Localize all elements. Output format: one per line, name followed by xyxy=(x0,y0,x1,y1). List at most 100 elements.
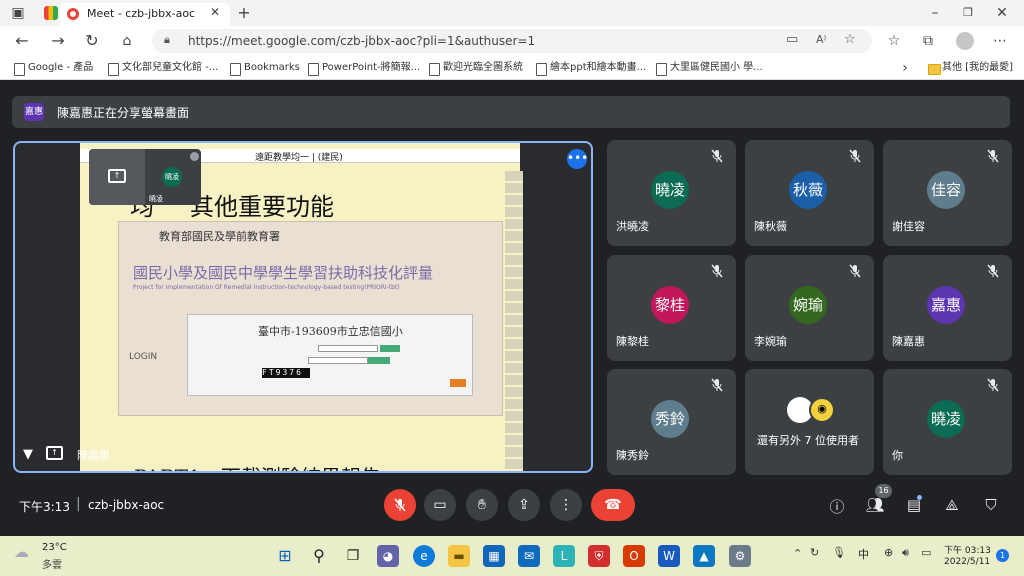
sync-icon[interactable]: ↻ xyxy=(810,546,819,559)
tile-more-options-icon[interactable]: ••• xyxy=(567,149,588,169)
security-app-icon[interactable]: ⛨ xyxy=(588,545,610,567)
hand-icon: ✋︎ xyxy=(478,497,486,513)
present-button[interactable]: ⇪ xyxy=(508,489,540,521)
weather-desc: 多雲 xyxy=(42,560,62,571)
ime-indicator[interactable]: 中 xyxy=(858,546,869,562)
start-icon[interactable]: ⊞ xyxy=(274,545,296,567)
home-icon[interactable]: ⌂ xyxy=(117,31,137,51)
bookmark-item[interactable]: PowerPoint-將簡報... xyxy=(308,59,420,77)
taskbar-clock-time[interactable]: 下午 03:13 xyxy=(944,543,991,556)
close-window-icon[interactable]: ✕ xyxy=(992,3,1012,23)
present-screen-icon: ⇪ xyxy=(518,497,530,513)
participant-name: 洪曉凌 xyxy=(616,220,649,233)
store-icon[interactable]: ▦ xyxy=(483,545,505,567)
edge-icon[interactable]: e xyxy=(413,545,435,567)
participant-avatar: 婉瑜 xyxy=(789,286,827,324)
new-tab-icon[interactable]: + xyxy=(234,3,254,23)
back-icon[interactable]: ← xyxy=(12,31,32,51)
weather-temp[interactable]: 23°C xyxy=(42,542,67,553)
forward-icon[interactable]: → xyxy=(48,31,68,51)
bookmarks-bar: Google - 產品 文化部兒童文化館 -... Bookmarks Powe… xyxy=(0,56,1024,80)
close-tab-icon[interactable]: ✕ xyxy=(210,5,220,19)
bookmark-item[interactable]: 繪本ppt和繪本動畫... xyxy=(536,59,646,77)
bookmark-item[interactable]: Google - 產品 xyxy=(14,59,93,77)
chevron-right-icon[interactable]: › xyxy=(897,58,913,78)
leave-call-button[interactable]: ☎ xyxy=(591,489,635,521)
participant-tile[interactable]: 秋薇 陳秋薇 xyxy=(745,140,874,246)
search-icon[interactable]: ⚲ xyxy=(308,545,330,567)
participant-avatar: 佳容 xyxy=(927,171,965,209)
participant-tile[interactable]: 婉瑜 李婉瑜 xyxy=(745,255,874,361)
mic-off-icon xyxy=(711,378,723,392)
maximize-icon[interactable]: ❐ xyxy=(958,3,978,23)
office-icon[interactable]: O xyxy=(623,545,645,567)
browser-tab-active[interactable]: Meet - czb-jbbx-aoc ✕ xyxy=(60,3,230,26)
bookmark-item[interactable]: 歡迎光臨全圖系統 xyxy=(429,59,523,77)
participant-tile[interactable]: 黎桂 陳黎桂 xyxy=(607,255,736,361)
raise-hand-button[interactable]: ✋︎ xyxy=(466,489,498,521)
mic-off-icon xyxy=(711,264,723,278)
meet-favicon-inactive[interactable] xyxy=(44,6,58,20)
host-controls-icon[interactable]: ⛉ xyxy=(981,496,1001,514)
tab-actions-icon[interactable]: ▣ xyxy=(8,3,28,23)
preview-options-icon[interactable] xyxy=(190,152,199,161)
file-explorer-icon[interactable]: ▬ xyxy=(448,545,470,567)
favorites-icon[interactable]: ☆ xyxy=(884,31,904,51)
mail-icon[interactable]: ✉ xyxy=(518,545,540,567)
mic-off-icon xyxy=(987,378,999,392)
reload-icon[interactable]: ↻ xyxy=(82,31,102,51)
presentation-tile[interactable]: 遠距教學均一 | (建民) 均 其他重要功能 教育部國民及學前教育署 國民小學及… xyxy=(13,141,593,473)
bookmark-item[interactable]: 大里區健民國小 學... xyxy=(656,59,763,77)
mic-toggle-button[interactable] xyxy=(384,489,416,521)
l-app-icon[interactable]: L xyxy=(553,545,575,567)
word-icon[interactable]: W xyxy=(658,545,680,567)
participant-count-badge: 16 xyxy=(875,484,892,498)
read-aloud-icon[interactable]: A⁾ xyxy=(816,33,826,46)
camera-permission-icon[interactable]: ▭ xyxy=(786,32,798,47)
profile-avatar[interactable] xyxy=(956,32,974,50)
favorite-add-icon[interactable]: ☆ xyxy=(844,32,856,47)
camera-toggle-button[interactable]: ▭ xyxy=(424,489,456,521)
language-icon[interactable]: ⊕ xyxy=(884,546,893,559)
pin-icon[interactable]: ▼ xyxy=(23,447,33,462)
participant-avatar: 秀鈴 xyxy=(651,400,689,438)
more-participants-tile[interactable]: ◉ 還有另外 7 位使用者 xyxy=(745,369,874,475)
participant-tile[interactable]: 佳容 謝佳容 xyxy=(883,140,1012,246)
bookmark-item[interactable]: Bookmarks xyxy=(230,59,300,77)
participant-tile[interactable]: 秀鈴 陳秀鈴 xyxy=(607,369,736,475)
participant-avatar: 黎桂 xyxy=(651,286,689,324)
green-button xyxy=(380,345,400,352)
meeting-details-icon[interactable]: ⓘ xyxy=(827,496,847,517)
battery-icon[interactable]: ▭ xyxy=(921,546,931,559)
participant-tile[interactable]: 嘉惠 陳嘉惠 xyxy=(883,255,1012,361)
photos-icon[interactable]: ▲ xyxy=(693,545,715,567)
minimize-icon[interactable]: – xyxy=(925,3,945,23)
other-favorites-folder[interactable]: 其他 [我的最愛] xyxy=(928,59,1013,77)
teams-chat-icon[interactable]: ◕ xyxy=(377,545,399,567)
bookmark-item[interactable]: 文化部兒童文化館 -... xyxy=(108,59,218,77)
slide-thumbnails-strip xyxy=(505,171,523,471)
task-view-icon[interactable]: ❐ xyxy=(342,545,364,567)
notification-badge[interactable]: 1 xyxy=(996,549,1009,562)
project-label: Project for implementation Of Remedial I… xyxy=(133,284,400,291)
self-preview[interactable]: ↑ 曉凌 曉凌 xyxy=(89,149,201,205)
url-field[interactable]: 🔒︎ https://meet.google.com/czb-jbbx-aoc?… xyxy=(152,29,872,53)
chevron-up-icon[interactable]: ⌃ xyxy=(793,547,802,560)
participant-tile[interactable]: 曉凌 洪曉凌 xyxy=(607,140,736,246)
slide-bottom-text: PART1 下載測驗結果報告 xyxy=(134,461,381,471)
system-title: 國民小學及國民中學學生學習扶助科技化評量 xyxy=(133,264,434,282)
minion-avatar-icon: ◉ xyxy=(809,397,835,423)
microphone-icon[interactable]: 🎙︎ xyxy=(832,546,846,559)
activities-icon[interactable]: ⟁ xyxy=(942,496,962,514)
collections-icon[interactable]: ⧉ xyxy=(918,31,938,51)
more-options-button[interactable]: ⋮ xyxy=(550,489,582,521)
participant-tile-self[interactable]: 曉凌 你 xyxy=(883,369,1012,475)
volume-icon[interactable]: 🔊︎ xyxy=(902,546,909,560)
self-preview-name: 曉凌 xyxy=(149,195,163,203)
people-icon[interactable]: 👥︎ xyxy=(865,496,885,514)
chat-unread-dot xyxy=(917,495,922,500)
settings-gear-icon[interactable]: ⚙ xyxy=(729,545,751,567)
lock-icon[interactable]: 🔒︎ xyxy=(164,33,170,47)
more-participants-label: 還有另外 7 位使用者 xyxy=(757,434,859,447)
more-menu-icon[interactable]: ⋯ xyxy=(990,31,1010,51)
